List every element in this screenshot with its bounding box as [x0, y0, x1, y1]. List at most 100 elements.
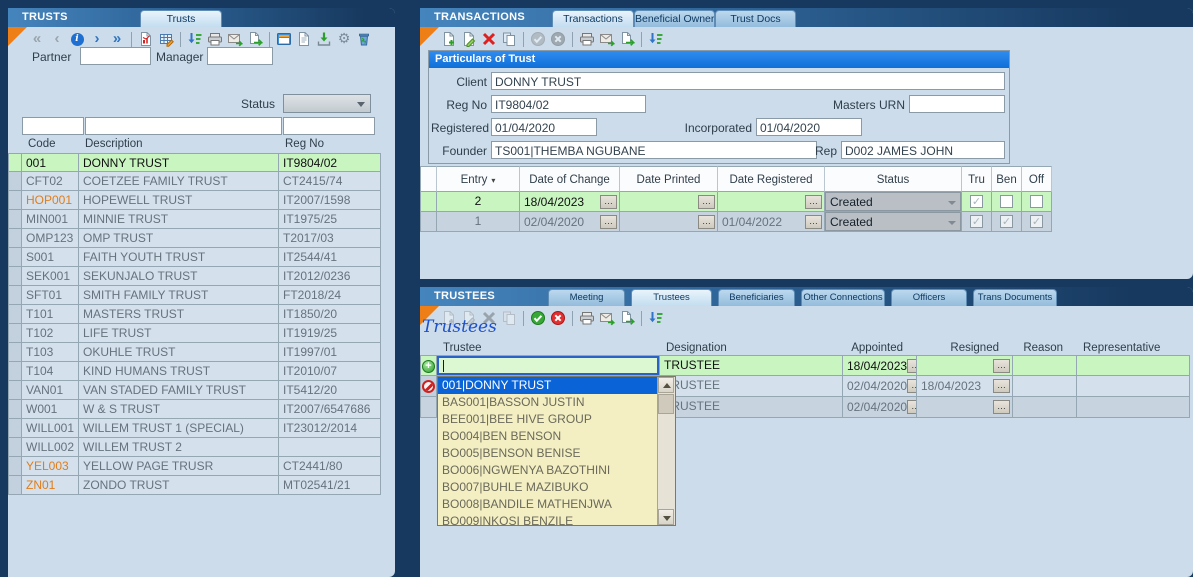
dropdown-item[interactable]: BO005|BENSON BENISE: [438, 445, 657, 462]
tab-transactions[interactable]: Transactions: [552, 10, 634, 27]
print-icon[interactable]: [578, 309, 596, 327]
filter-description-input[interactable]: [85, 117, 282, 135]
trust-row[interactable]: T101MASTERS TRUSTIT1850/20: [8, 305, 381, 324]
tab-other-connections[interactable]: Other Connections: [801, 289, 885, 306]
date-picker-button[interactable]: …: [698, 195, 715, 209]
partner-input[interactable]: [80, 47, 151, 65]
date-picker-button[interactable]: …: [600, 195, 617, 209]
masters-urn-input[interactable]: [909, 95, 1005, 113]
export-icon[interactable]: [618, 309, 636, 327]
rep-input[interactable]: [841, 141, 1005, 159]
date-picker-button[interactable]: …: [993, 379, 1010, 393]
off-checkbox[interactable]: [1030, 195, 1043, 208]
trust-row[interactable]: W001W & S TRUSTIT2007/6547686: [8, 400, 381, 419]
trust-row[interactable]: CFT02COETZEE FAMILY TRUSTCT2415/74: [8, 172, 381, 191]
dropdown-item[interactable]: BEE001|BEE HIVE GROUP: [438, 411, 657, 428]
trust-row[interactable]: ZN01ZONDO TRUSTMT02541/21: [8, 476, 381, 495]
trustee-input[interactable]: [437, 356, 659, 375]
next-record-icon[interactable]: ›: [88, 30, 106, 48]
trust-row[interactable]: S001FAITH YOUTH TRUSTIT2544/41: [8, 248, 381, 267]
trust-row[interactable]: VAN01VAN STADED FAMILY TRUSTIT5412/20: [8, 381, 381, 400]
sort-icon[interactable]: [647, 309, 665, 327]
trust-row[interactable]: T103OKUHLE TRUSTIT1997/01: [8, 343, 381, 362]
dropdown-item[interactable]: BO004|BEN BENSON: [438, 428, 657, 445]
trust-row[interactable]: T102LIFE TRUSTIT1919/25: [8, 324, 381, 343]
dropdown-scrollbar[interactable]: [657, 377, 675, 525]
sort-icon[interactable]: [647, 30, 665, 48]
export-icon[interactable]: [618, 30, 636, 48]
email-icon[interactable]: [226, 30, 244, 48]
dropdown-item[interactable]: 001|DONNY TRUST: [438, 377, 657, 394]
trust-row[interactable]: OMP123OMP TRUSTT2017/03: [8, 229, 381, 248]
tab-beneficiaries[interactable]: Beneficiaries: [718, 289, 795, 306]
tab-trust-docs[interactable]: Trust Docs: [715, 10, 796, 27]
trust-row[interactable]: SFT01SMITH FAMILY TRUSTFT2018/24: [8, 286, 381, 305]
transaction-row[interactable]: 102/04/2020……01/04/2022…Created✓✓✓: [420, 212, 1052, 232]
new-icon[interactable]: [440, 30, 458, 48]
status-dropdown[interactable]: Created: [825, 212, 961, 231]
date-picker-button[interactable]: …: [993, 359, 1010, 373]
filter-regno-input[interactable]: [283, 117, 375, 135]
document-icon[interactable]: [295, 30, 313, 48]
date-picker-button[interactable]: …: [805, 195, 822, 209]
trust-row[interactable]: WILL001WILLEM TRUST 1 (SPECIAL)IT23012/2…: [8, 419, 381, 438]
print-icon[interactable]: [578, 30, 596, 48]
tab-beneficial-owner[interactable]: Beneficial Owner...: [634, 10, 715, 27]
export-icon[interactable]: [246, 30, 264, 48]
delete-icon[interactable]: [480, 30, 498, 48]
trust-row[interactable]: 001DONNY TRUSTIT9804/02: [8, 153, 381, 172]
filter-code-input[interactable]: [22, 117, 84, 135]
print-icon[interactable]: [206, 30, 224, 48]
copy-icon[interactable]: [500, 30, 518, 48]
import-icon[interactable]: [315, 30, 333, 48]
date-picker-button[interactable]: …: [907, 400, 917, 414]
report-icon[interactable]: [137, 30, 155, 48]
trust-row[interactable]: MIN001MINNIE TRUSTIT1975/25: [8, 210, 381, 229]
tab-officers[interactable]: Officers: [891, 289, 967, 306]
dropdown-item[interactable]: BO006|NGWENYA BAZOTHINI: [438, 462, 657, 479]
trust-row[interactable]: HOP001HOPEWELL TRUSTIT2007/1598: [8, 191, 381, 210]
email-icon[interactable]: [598, 309, 616, 327]
edit-icon[interactable]: [460, 30, 478, 48]
tab-trans-documents[interactable]: Trans Documents: [973, 289, 1057, 306]
tru-checkbox[interactable]: ✓: [970, 195, 983, 208]
trustee-row[interactable]: +TRUSTEE18/04/2023……: [420, 355, 1190, 376]
trust-row[interactable]: YEL003YELLOW PAGE TRUSRCT2441/80: [8, 457, 381, 476]
trust-row[interactable]: SEK001SEKUNJALO TRUSTIT2012/0236: [8, 267, 381, 286]
info-icon[interactable]: i: [68, 30, 86, 48]
date-picker-button[interactable]: …: [907, 359, 917, 373]
first-record-icon[interactable]: «: [28, 30, 46, 48]
status-select[interactable]: [283, 94, 371, 113]
sort-icon[interactable]: [186, 30, 204, 48]
registered-input[interactable]: [491, 118, 597, 136]
founder-input[interactable]: [491, 141, 817, 159]
manager-input[interactable]: [207, 47, 273, 65]
trust-row[interactable]: WILL002WILLEM TRUST 2: [8, 438, 381, 457]
last-record-icon[interactable]: »: [108, 30, 126, 48]
ben-checkbox[interactable]: ✓: [1000, 215, 1013, 228]
email-icon[interactable]: [598, 30, 616, 48]
tab-meeting[interactable]: Meeting: [548, 289, 625, 306]
dropdown-item[interactable]: BAS001|BASSON JUSTIN: [438, 394, 657, 411]
scroll-down-icon[interactable]: [658, 509, 674, 525]
cancel-icon[interactable]: [549, 309, 567, 327]
dropdown-item[interactable]: BO009|NKOSI BENZILE: [438, 513, 657, 525]
date-picker-button[interactable]: …: [600, 215, 617, 229]
client-input[interactable]: [491, 72, 1005, 90]
tru-checkbox[interactable]: ✓: [970, 215, 983, 228]
tab-trustees[interactable]: Trustees: [631, 289, 712, 306]
tab-trusts[interactable]: Trusts: [140, 10, 222, 27]
date-picker-button[interactable]: …: [993, 400, 1010, 414]
add-row-icon[interactable]: +: [422, 360, 435, 373]
dropdown-item[interactable]: BO008|BANDILE MATHENJWA: [438, 496, 657, 513]
confirm-icon[interactable]: [529, 309, 547, 327]
off-checkbox[interactable]: ✓: [1030, 215, 1043, 228]
status-dropdown[interactable]: Created: [825, 192, 961, 211]
trust-row[interactable]: T104KIND HUMANS TRUSTIT2010/07: [8, 362, 381, 381]
recycle-bin-icon[interactable]: [355, 30, 373, 48]
date-picker-button[interactable]: …: [805, 215, 822, 229]
regno-input[interactable]: [491, 95, 646, 113]
window-icon[interactable]: [275, 30, 293, 48]
date-picker-button[interactable]: …: [698, 215, 715, 229]
date-picker-button[interactable]: …: [907, 379, 917, 393]
